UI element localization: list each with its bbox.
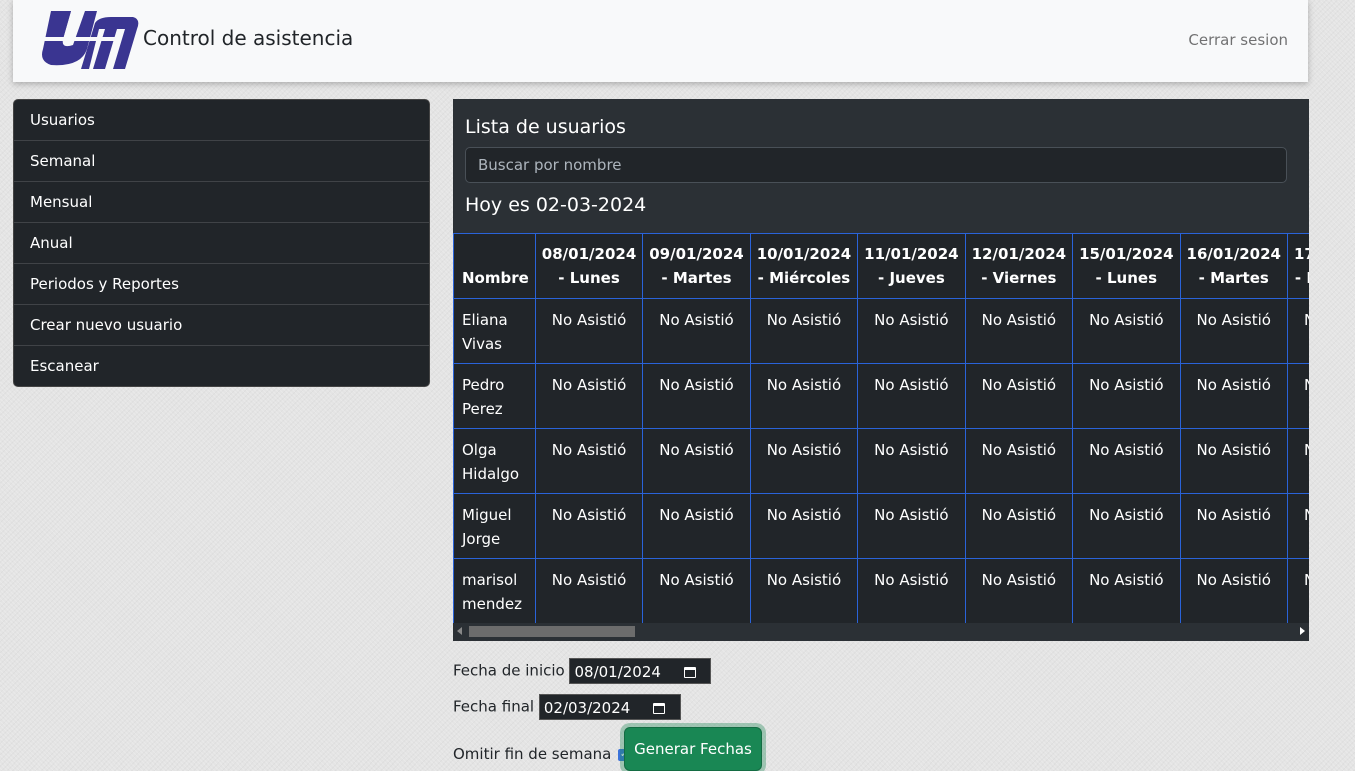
column-header-name: Nombre xyxy=(453,233,536,299)
attendance-cell: No Asistió xyxy=(857,493,966,559)
attendance-cell: No Asistió xyxy=(749,493,859,559)
end-date-input[interactable]: 02/03/2024 xyxy=(538,694,681,720)
sidebar-item-usuarios[interactable]: Usuarios xyxy=(14,100,429,141)
sidebar-item-anual[interactable]: Anual xyxy=(14,223,429,264)
start-date-label: Fecha de inicio xyxy=(453,661,565,680)
column-header-date: 12/01/2024 - Viernes xyxy=(964,233,1074,299)
attendance-cell: No Asistió xyxy=(1179,558,1288,623)
attendance-table: Nombre 08/01/2024 - Lunes 09/01/2024 - Ma… xyxy=(453,233,1309,623)
attendance-cell: No Asistió xyxy=(857,428,966,494)
attendance-cell: No Asistió xyxy=(1286,363,1309,429)
um-logo[interactable] xyxy=(37,9,139,71)
attendance-cell: No Asistió xyxy=(749,363,859,429)
skip-weekend-label: Omitir fin de semana xyxy=(453,745,612,763)
attendance-cell: No Asistió xyxy=(1286,298,1309,364)
attendance-cell: No Asistió xyxy=(1179,493,1288,559)
sidebar-item-mensual[interactable]: Mensual xyxy=(14,182,429,223)
attendance-cell: No Asistió xyxy=(534,298,644,364)
sidebar: Usuarios Semanal Mensual Anual Periodos … xyxy=(13,99,430,387)
attendance-cell: No Asistió xyxy=(1072,298,1181,364)
start-date-row: Fecha de inicio 08/01/2024 xyxy=(453,658,712,684)
today-label: Hoy es 02-03-2024 xyxy=(465,194,647,216)
user-name-cell: Miguel Jorge xyxy=(453,493,536,559)
attendance-cell: No Asistió xyxy=(642,558,751,623)
attendance-cell: No Asistió xyxy=(1072,363,1181,429)
table-scroll-area[interactable]: Nombre 08/01/2024 - Lunes 09/01/2024 - Ma… xyxy=(453,233,1309,623)
attendance-cell: No Asistió xyxy=(534,558,644,623)
search-input[interactable] xyxy=(465,147,1287,183)
column-header-date: 10/01/2024 - Miércoles xyxy=(749,233,859,299)
users-card: Lista de usuarios Hoy es 02-03-2024 Nomb… xyxy=(453,99,1309,641)
attendance-cell: No Asistió xyxy=(964,493,1074,559)
attendance-cell: No Asistió xyxy=(964,428,1074,494)
start-date-input[interactable]: 08/01/2024 xyxy=(569,658,712,684)
attendance-cell: No Asistió xyxy=(1179,298,1288,364)
sidebar-item-periodos-reportes[interactable]: Periodos y Reportes xyxy=(14,264,429,305)
column-header-date: 09/01/2024 - Martes xyxy=(642,233,751,299)
generate-dates-button[interactable]: Generar Fechas xyxy=(624,727,762,771)
column-header-date: 16/01/2024 - Martes xyxy=(1179,233,1288,299)
attendance-cell: No Asistió xyxy=(857,363,966,429)
table-row: Olga Hidalgo No Asistió No Asistió No Asist… xyxy=(453,428,1309,494)
attendance-cell: No Asistió xyxy=(1072,493,1181,559)
calendar-icon[interactable] xyxy=(683,667,696,678)
sidebar-item-escanear[interactable]: Escanear xyxy=(14,346,429,386)
column-header-date: 15/01/2024 - Lunes xyxy=(1072,233,1181,299)
attendance-cell: No Asistió xyxy=(1286,558,1309,623)
attendance-cell: No Asistió xyxy=(749,428,859,494)
user-name-cell: Olga Hidalgo xyxy=(453,428,536,494)
attendance-cell: No Asistió xyxy=(1072,428,1181,494)
table-row: Miguel Jorge No Asistió No Asistió No Asist… xyxy=(453,493,1309,559)
attendance-cell: No Asistió xyxy=(857,298,966,364)
attendance-cell: No Asistió xyxy=(1179,363,1288,429)
attendance-cell: No Asistió xyxy=(1072,558,1181,623)
attendance-cell: No Asistió xyxy=(534,363,644,429)
skip-weekend-row: Omitir fin de semana ✓ xyxy=(453,745,631,763)
user-name-cell: Pedro Perez xyxy=(453,363,536,429)
attendance-cell: No Asistió xyxy=(642,493,751,559)
scroll-left-icon[interactable] xyxy=(457,627,462,635)
attendance-cell: No Asistió xyxy=(534,428,644,494)
start-date-value: 08/01/2024 xyxy=(574,663,661,681)
end-date-row: Fecha final 02/03/2024 xyxy=(453,694,681,720)
attendance-cell: No Asistió xyxy=(642,298,751,364)
user-name-cell: Eliana Vivas xyxy=(453,298,536,364)
column-header-date: 17/01/2024 - Miércoles xyxy=(1286,233,1309,299)
logout-link[interactable]: Cerrar sesion xyxy=(1188,31,1288,49)
attendance-cell: No Asistió xyxy=(749,298,859,364)
end-date-label: Fecha final xyxy=(453,697,535,716)
attendance-cell: No Asistió xyxy=(1286,428,1309,494)
navbar: Control de asistencia Cerrar sesion xyxy=(13,0,1308,82)
horizontal-scrollbar[interactable] xyxy=(453,623,1309,640)
column-header-date: 11/01/2024 - Jueves xyxy=(857,233,966,299)
calendar-icon[interactable] xyxy=(653,703,666,714)
attendance-cell: No Asistió xyxy=(964,363,1074,429)
user-name-cell: marisol mendez xyxy=(453,558,536,623)
scrollbar-thumb[interactable] xyxy=(469,626,635,637)
table-row: marisol mendez No Asistió No Asistió No Asi… xyxy=(453,558,1309,623)
attendance-cell: No Asistió xyxy=(534,493,644,559)
table-row: Eliana Vivas No Asistió No Asistió No Asist… xyxy=(453,298,1309,364)
attendance-cell: No Asistió xyxy=(1179,428,1288,494)
brand-title[interactable]: Control de asistencia xyxy=(143,26,353,50)
table-header-row: Nombre 08/01/2024 - Lunes 09/01/2024 - Ma… xyxy=(453,233,1309,299)
sidebar-item-semanal[interactable]: Semanal xyxy=(14,141,429,182)
attendance-cell: No Asistió xyxy=(642,428,751,494)
end-date-value: 02/03/2024 xyxy=(543,699,631,717)
table-row: Pedro Perez No Asistió No Asistió No Asisti… xyxy=(453,363,1309,429)
sidebar-item-crear-usuario[interactable]: Crear nuevo usuario xyxy=(14,305,429,346)
scroll-right-icon[interactable] xyxy=(1300,627,1305,635)
attendance-cell: No Asistió xyxy=(1286,493,1309,559)
card-title: Lista de usuarios xyxy=(465,116,626,138)
attendance-cell: No Asistió xyxy=(857,558,966,623)
attendance-cell: No Asistió xyxy=(964,298,1074,364)
attendance-cell: No Asistió xyxy=(964,558,1074,623)
column-header-date: 08/01/2024 - Lunes xyxy=(534,233,644,299)
attendance-cell: No Asistió xyxy=(749,558,859,623)
attendance-cell: No Asistió xyxy=(642,363,751,429)
